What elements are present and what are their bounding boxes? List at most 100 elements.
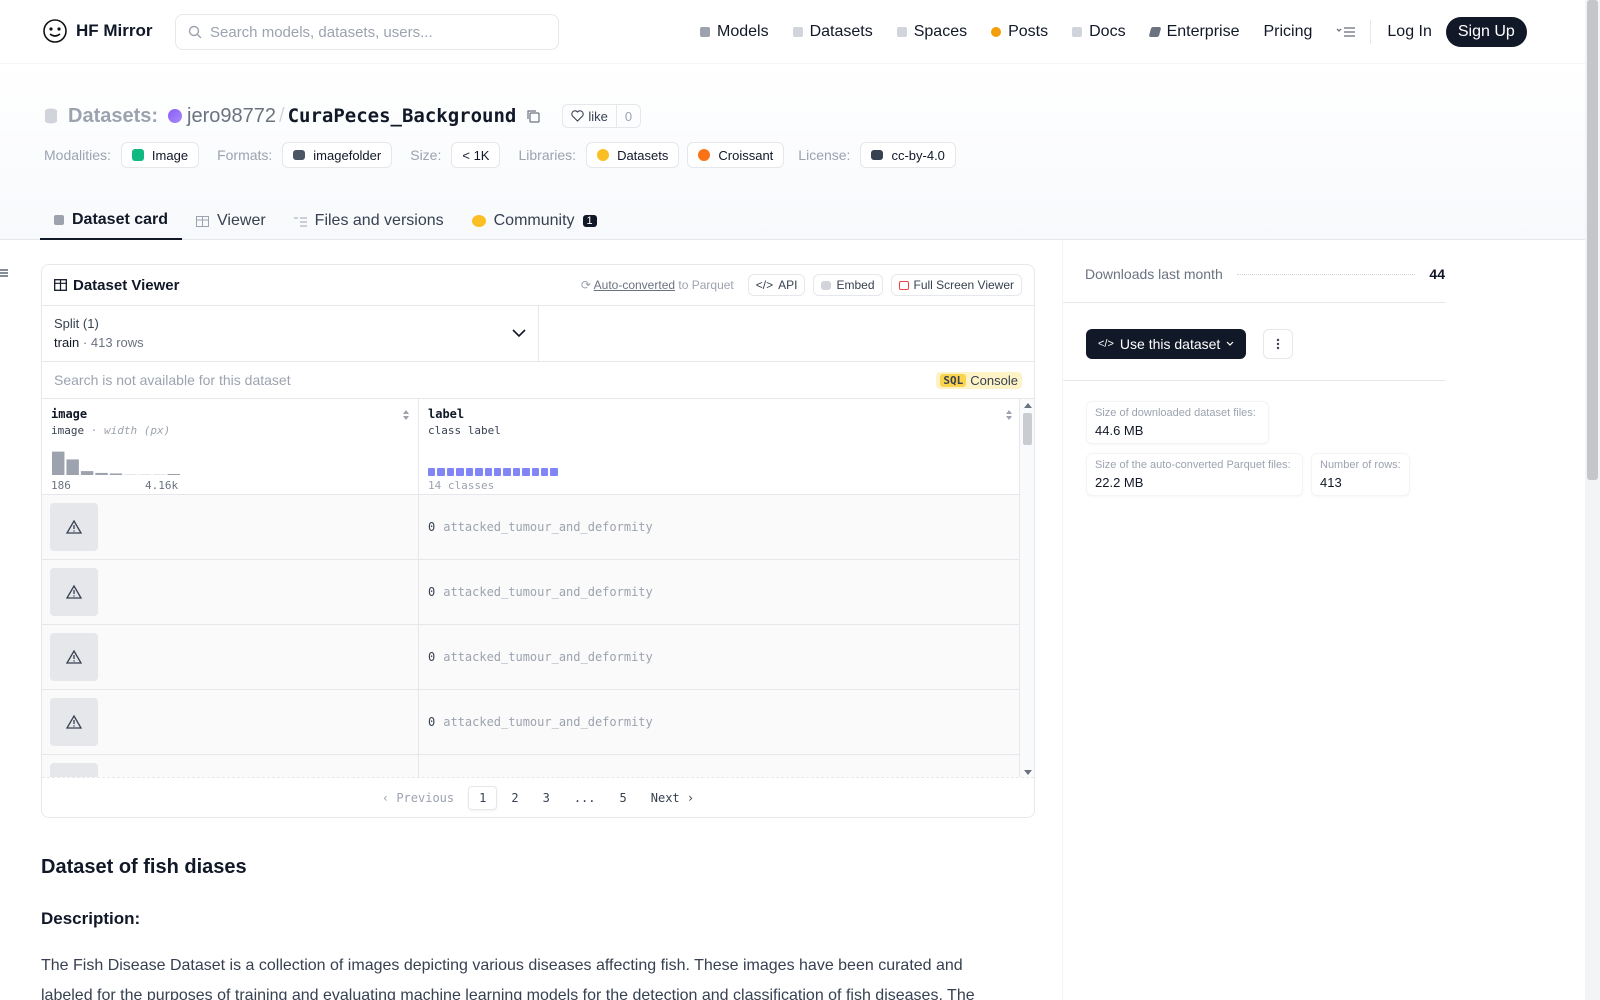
embed-button[interactable]: Embed xyxy=(813,274,883,296)
hf-emoji-icon xyxy=(597,149,610,161)
label-cell[interactable]: 0 attacked_tumour_and_deformity xyxy=(419,560,1021,624)
column-image[interactable]: image image · width (px) 186 4.16k xyxy=(42,399,419,494)
tab-dataset-card[interactable]: Dataset card xyxy=(40,202,183,240)
login-link[interactable]: Log In xyxy=(1387,23,1431,41)
pagination-page-1[interactable]: 1 xyxy=(468,785,498,810)
tab-viewer[interactable]: Viewer xyxy=(182,202,280,240)
image-thumbnail[interactable] xyxy=(50,698,98,746)
nav-pricing[interactable]: Pricing xyxy=(1263,23,1312,41)
nav-enterprise[interactable]: Enterprise xyxy=(1148,23,1239,41)
nav-datasets[interactable]: Datasets xyxy=(792,23,873,41)
more-menu-icon[interactable] xyxy=(1336,25,1356,39)
class-distribution-bar xyxy=(428,468,558,476)
croissant-icon xyxy=(698,149,711,161)
signup-button[interactable]: Sign Up xyxy=(1445,17,1527,47)
label-cell[interactable] xyxy=(419,755,1021,779)
tag-image[interactable]: Image xyxy=(120,142,200,168)
refresh-icon: ⟳ xyxy=(580,278,591,292)
pagination: ‹ Previous 1 2 3 ... 5 Next › xyxy=(42,777,1034,817)
repo-name[interactable]: CuraPeces_Background xyxy=(288,105,517,127)
image-thumbnail[interactable] xyxy=(50,633,98,681)
scroll-up-arrow-icon[interactable] xyxy=(1024,403,1032,408)
like-button[interactable]: like 0 xyxy=(562,104,642,128)
auto-converted-note[interactable]: ⟳ Auto-converted to Parquet xyxy=(581,278,734,292)
pagination-page-2[interactable]: 2 xyxy=(501,787,528,809)
embed-label: Embed xyxy=(836,278,875,292)
split-selector[interactable]: Split (1) train · 413 rows xyxy=(42,306,539,361)
label-cell[interactable]: 0 attacked_tumour_and_deformity xyxy=(419,495,1021,559)
sort-icon[interactable] xyxy=(1005,409,1013,421)
nav-datasets-label: Datasets xyxy=(809,23,873,40)
image-cell[interactable] xyxy=(42,560,419,624)
window-scroll-thumb[interactable] xyxy=(1587,0,1598,480)
grid-scrollbar[interactable] xyxy=(1019,399,1034,779)
repo-owner[interactable]: jero98772 xyxy=(187,105,276,128)
label-class: attacked_tumour_and_deformity xyxy=(443,715,653,729)
auto-converted-link[interactable]: Auto-converted xyxy=(594,278,675,292)
warning-icon xyxy=(66,585,82,599)
community-badge: 1 xyxy=(582,215,597,227)
like-count[interactable]: 0 xyxy=(617,109,640,124)
like-action[interactable]: like xyxy=(563,105,617,127)
global-search[interactable] xyxy=(175,14,559,50)
pagination-previous[interactable]: ‹ Previous xyxy=(372,787,464,809)
use-dataset-button[interactable]: </> Use this dataset xyxy=(1086,329,1247,359)
scroll-down-arrow-icon[interactable] xyxy=(1024,770,1032,775)
pagination-page-5[interactable]: 5 xyxy=(610,787,637,809)
search-input[interactable] xyxy=(210,23,558,41)
image-cell[interactable] xyxy=(42,495,419,559)
label-index: 0 xyxy=(428,715,436,729)
more-options-button[interactable] xyxy=(1263,329,1293,359)
stat-value: 44.6 MB xyxy=(1095,423,1144,438)
pagination-next[interactable]: Next › xyxy=(641,787,704,809)
image-cell[interactable] xyxy=(42,625,419,689)
pagination-page-3[interactable]: 3 xyxy=(533,787,560,809)
grid-scroll-thumb[interactable] xyxy=(1023,413,1032,445)
repo-type[interactable]: Datasets: xyxy=(68,105,158,128)
table-row[interactable]: 0 attacked_tumour_and_deformity xyxy=(42,625,1034,690)
tag-size[interactable]: < 1K xyxy=(451,142,501,168)
nav-docs[interactable]: Docs xyxy=(1072,23,1126,41)
window-scrollbar[interactable] xyxy=(1585,0,1600,1000)
tag-imagefolder[interactable]: imagefolder xyxy=(282,142,393,168)
histogram-max: 4.16k xyxy=(145,479,179,492)
nav-spaces[interactable]: Spaces xyxy=(896,23,967,41)
license-label: License: xyxy=(798,147,851,163)
nav-posts[interactable]: Posts xyxy=(991,23,1048,41)
full-screen-button[interactable]: Full Screen Viewer xyxy=(890,274,1022,296)
sidebar-toggle-icon[interactable] xyxy=(0,268,10,278)
image-thumbnail[interactable] xyxy=(50,568,98,616)
label-cell[interactable]: 0 attacked_tumour_and_deformity xyxy=(419,625,1021,689)
tag-license[interactable]: cc-by-4.0 xyxy=(860,142,956,168)
nav-models[interactable]: Models xyxy=(700,23,769,41)
image-cell[interactable] xyxy=(42,690,419,754)
label-cell[interactable]: 0 attacked_tumour_and_deformity xyxy=(419,690,1021,754)
tag-croissant[interactable]: Croissant xyxy=(687,142,785,168)
tab-files[interactable]: Files and versions xyxy=(280,202,458,240)
brand-logo[interactable]: HF Mirror xyxy=(42,18,153,44)
class-segment xyxy=(503,468,511,476)
column-label[interactable]: label class label 14 classes xyxy=(419,399,1021,494)
next-label: Next xyxy=(650,790,680,805)
hf-logo-icon xyxy=(43,19,67,43)
image-cell[interactable] xyxy=(42,755,419,779)
sort-icon[interactable] xyxy=(402,409,410,421)
tab-community[interactable]: Community 1 xyxy=(458,202,611,240)
label-class: attacked_tumour_and_deformity xyxy=(443,520,653,534)
posts-icon xyxy=(991,27,1002,37)
image-thumbnail[interactable] xyxy=(50,503,98,551)
table-row[interactable]: 0 attacked_tumour_and_deformity xyxy=(42,495,1034,560)
table-row[interactable]: 0 attacked_tumour_and_deformity xyxy=(42,560,1034,625)
table-row[interactable] xyxy=(42,755,1034,779)
spaces-icon xyxy=(896,27,907,37)
histogram-bar xyxy=(66,459,79,475)
use-dataset-label: Use this dataset xyxy=(1119,336,1221,352)
copy-icon[interactable] xyxy=(526,109,540,123)
histogram-bar xyxy=(153,474,166,475)
table-row[interactable]: 0 attacked_tumour_and_deformity xyxy=(42,690,1034,755)
sql-console-button[interactable]: SQL Console xyxy=(936,371,1022,389)
chevron-down-icon xyxy=(1226,341,1234,346)
api-button[interactable]: </> API xyxy=(747,274,806,296)
tag-datasets[interactable]: Datasets xyxy=(586,142,680,168)
card-heading: Dataset of fish diases xyxy=(41,856,247,878)
